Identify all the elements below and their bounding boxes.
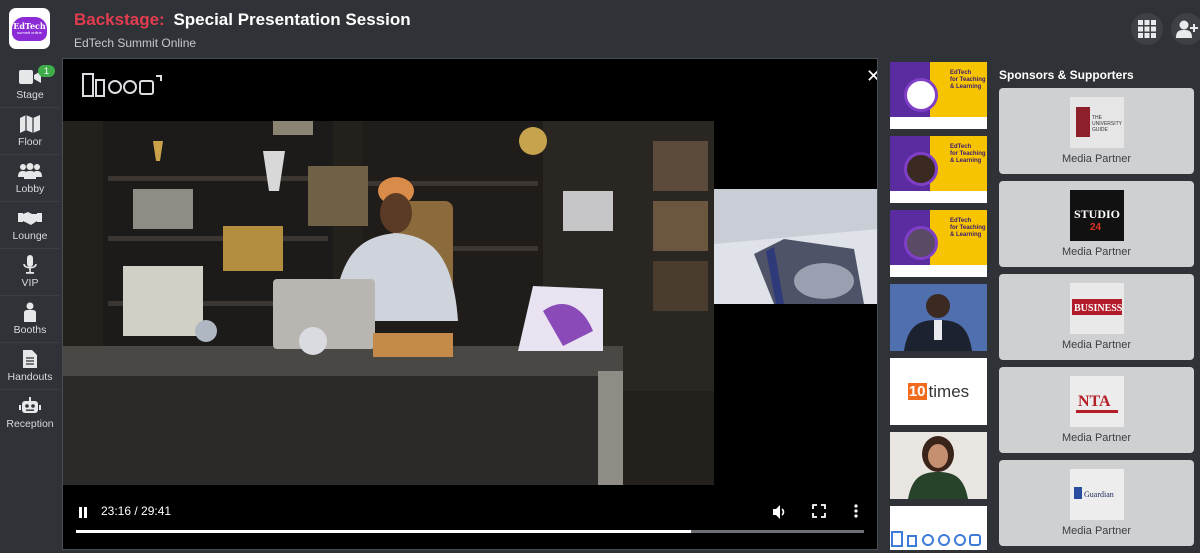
- sidebar-item-label: Booths: [13, 324, 47, 336]
- svg-text:BUSINESS: BUSINESS: [1074, 303, 1123, 314]
- sidebar-item-reception[interactable]: Reception: [0, 389, 60, 436]
- progress-bar[interactable]: [76, 530, 864, 533]
- speaker-photo: [904, 152, 938, 186]
- svg-text:NTA: NTA: [1078, 393, 1111, 410]
- sidebar-item-label: Lounge: [12, 230, 48, 242]
- sponsor-logo: NTA: [1069, 376, 1124, 427]
- tentimes-word: times: [928, 381, 970, 401]
- video-controls: 23:16 / 29:41: [63, 495, 877, 549]
- speaker-flyer-thumbnail[interactable]: EdTech for Teaching & Learning: [890, 62, 987, 129]
- sponsor-logo: STUDIO 24: [1069, 190, 1124, 241]
- sidebar-item-floor[interactable]: Floor: [0, 107, 60, 154]
- volume-icon[interactable]: [772, 504, 788, 520]
- sponsor-card[interactable]: THE UNIVERSITY GUIDE Media Partner: [999, 88, 1194, 174]
- speaker-photo: [904, 226, 938, 260]
- add-user-button[interactable]: [1171, 13, 1200, 45]
- sponsor-card[interactable]: Guardian Media Partner: [999, 460, 1194, 546]
- sidebar-nav: 1 Stage Floor Lobby Lounge VIP Booths Ha…: [0, 60, 60, 436]
- sponsor-label: Media Partner: [1061, 339, 1132, 351]
- speaker-photo-thumbnail[interactable]: [890, 432, 987, 499]
- sponsor-list: THE UNIVERSITY GUIDE Media Partner STUDIO 2…: [999, 88, 1194, 553]
- app-logo[interactable]: EdTech summit online: [9, 8, 50, 49]
- svg-text:STUDIO: STUDIO: [1074, 207, 1120, 221]
- grid-icon: [1138, 20, 1156, 38]
- sidebar-item-handouts[interactable]: Handouts: [0, 342, 60, 389]
- pause-icon[interactable]: [77, 505, 89, 519]
- flyer-line: & Learning: [950, 232, 982, 238]
- playback-time: 23:16 / 29:41: [101, 504, 172, 518]
- svg-text:24: 24: [1090, 222, 1102, 233]
- flyer-line: & Learning: [950, 84, 982, 90]
- pip-video-feed: [714, 189, 877, 304]
- title-prefix: Backstage:: [74, 10, 165, 29]
- map-icon: [20, 115, 40, 133]
- speaker-flyer-thumbnail[interactable]: EdTech for Teaching & Learning: [890, 210, 987, 277]
- floor-logo-icon: [82, 73, 162, 97]
- logo-subtext: summit online: [17, 30, 42, 35]
- sidebar-item-lounge[interactable]: Lounge: [0, 201, 60, 248]
- flyer-line: for Teaching: [950, 77, 986, 83]
- group-icon: [18, 163, 42, 179]
- sponsor-card[interactable]: NTA Media Partner: [999, 367, 1194, 453]
- speaker-video-feed: [63, 121, 714, 485]
- sponsor-logo: Guardian: [1069, 469, 1124, 520]
- svg-text:Guardian: Guardian: [1084, 490, 1114, 499]
- event-name: EdTech Summit Online: [74, 36, 197, 50]
- flyer-line: EdTech: [950, 218, 972, 224]
- flyer-line: for Teaching: [950, 225, 986, 231]
- sponsor-label: Media Partner: [1061, 153, 1132, 165]
- speaker-photo: [904, 78, 938, 112]
- close-icon[interactable]: ✕: [866, 66, 877, 87]
- sponsor-label: Media Partner: [1061, 525, 1132, 537]
- flyer-line: & Learning: [950, 158, 982, 164]
- sidebar-item-booths[interactable]: Booths: [0, 295, 60, 342]
- sidebar-item-label: Reception: [6, 418, 54, 430]
- sponsors-heading: Sponsors & Supporters: [999, 68, 1134, 82]
- tentimes-number: 10: [907, 383, 927, 400]
- handshake-icon: [18, 212, 42, 225]
- sidebar-item-label: Stage: [16, 88, 44, 101]
- sponsor-logo: BUSINESS: [1069, 283, 1124, 334]
- svg-text:GUIDE: GUIDE: [1092, 127, 1109, 133]
- speaker-flyer-thumbnail[interactable]: EdTech for Teaching & Learning: [890, 136, 987, 203]
- flyer-line: EdTech: [950, 144, 972, 150]
- video-player[interactable]: ✕: [62, 58, 878, 550]
- flyer-line: for Teaching: [950, 151, 986, 157]
- progress-bar-fill: [76, 530, 691, 533]
- floor-logo-thumbnail[interactable]: [890, 506, 987, 550]
- document-icon: [23, 350, 37, 368]
- fullscreen-icon[interactable]: [812, 504, 826, 518]
- sponsor-label: Media Partner: [1061, 432, 1132, 444]
- sidebar-item-vip[interactable]: VIP: [0, 248, 60, 295]
- 10times-logo-thumbnail[interactable]: 10 times: [890, 358, 987, 425]
- microphone-icon: [23, 255, 37, 274]
- person-booth-icon: [24, 302, 36, 322]
- session-title: Special Presentation Session: [173, 10, 411, 29]
- sponsor-label: Media Partner: [1061, 246, 1132, 258]
- sidebar-item-stage[interactable]: 1 Stage: [0, 60, 60, 107]
- page-title: Backstage: Special Presentation Session: [74, 10, 411, 30]
- more-options-icon[interactable]: [854, 504, 858, 518]
- flyer-line: EdTech: [950, 70, 972, 76]
- sidebar-item-label: Floor: [18, 136, 42, 148]
- speaker-thumbnail-strip: EdTech for Teaching & Learning EdTech fo…: [890, 62, 988, 553]
- stage-badge: 1: [38, 65, 56, 77]
- sponsor-logo: THE UNIVERSITY GUIDE: [1069, 97, 1124, 148]
- add-user-icon: [1176, 20, 1198, 38]
- sidebar-item-label: VIP: [21, 277, 39, 289]
- robot-icon: [19, 397, 41, 413]
- sponsor-card[interactable]: STUDIO 24 Media Partner: [999, 181, 1194, 267]
- speaker-photo-thumbnail[interactable]: [890, 284, 987, 351]
- sidebar-item-label: Lobby: [15, 183, 45, 195]
- sponsor-card[interactable]: BUSINESS Media Partner: [999, 274, 1194, 360]
- sidebar-item-lobby[interactable]: Lobby: [0, 154, 60, 201]
- logo-text: EdTech: [13, 21, 46, 31]
- grid-menu-button[interactable]: [1131, 13, 1163, 45]
- floor-logo-icon: [891, 531, 981, 547]
- sidebar-item-label: Handouts: [7, 371, 53, 383]
